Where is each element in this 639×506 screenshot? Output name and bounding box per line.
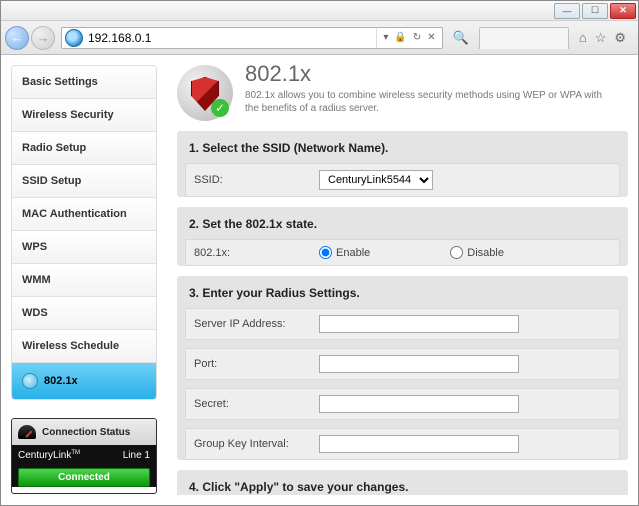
dropdown-icon[interactable]: ▾ [381,32,390,43]
connection-line-info: CenturyLinkTM Line 1 [12,445,156,466]
gear-icon[interactable]: ⚙ [614,30,626,46]
refresh-icon[interactable]: ↻ [411,32,423,43]
window-maximize-button[interactable]: ☐ [582,3,608,19]
panel-apply: 4. Click "Apply" to save your changes. A… [177,470,628,495]
panel-ssid: 1. Select the SSID (Network Name). SSID:… [177,131,628,197]
port-label: Port: [194,358,319,370]
back-button[interactable]: ← [5,26,29,50]
ssid-select[interactable]: CenturyLink5544 [319,170,433,190]
shield-icon: ✓ [177,65,233,121]
section-2-title: 2. Set the 802.1x state. [177,207,628,239]
sidebar-item-radio-setup[interactable]: Radio Setup [12,132,156,165]
state-label: 802.1x: [194,247,319,259]
sidebar-item-wireless-security[interactable]: Wireless Security [12,99,156,132]
browser-tab-blank[interactable] [479,27,569,49]
ie-icon [65,29,83,47]
sidebar-item-wireless-schedule[interactable]: Wireless Schedule [12,330,156,363]
enable-radio-label[interactable]: Enable [319,246,370,259]
window-close-button[interactable]: ✕ [610,3,636,19]
url-input[interactable] [86,29,376,47]
favorites-icon[interactable]: ☆ [595,30,607,46]
section-1-title: 1. Select the SSID (Network Name). [177,131,628,163]
sidebar-item-ssid-setup[interactable]: SSID Setup [12,165,156,198]
browser-toolbar: ← → ▾ 🔒 ↻ ✕ 🔍 ⌂ ☆ ⚙ [1,21,638,55]
server-ip-label: Server IP Address: [194,318,319,330]
connection-status-title: Connection Status [42,427,130,438]
panel-radius: 3. Enter your Radius Settings. Server IP… [177,276,628,460]
address-tools: ▾ 🔒 ↻ ✕ [376,28,441,48]
sidebar-item-wps[interactable]: WPS [12,231,156,264]
gauge-icon [18,425,36,439]
search-icon[interactable]: 🔍 [449,30,473,46]
sidebar-item-basic-settings[interactable]: Basic Settings [12,66,156,99]
page-subtitle: 802.1x allows you to combine wireless se… [245,89,605,115]
panel-state: 2. Set the 802.1x state. 802.1x: Enable … [177,207,628,266]
forward-button[interactable]: → [31,26,55,50]
home-icon[interactable]: ⌂ [579,30,587,46]
stop-icon[interactable]: ✕ [425,32,437,43]
connection-status-widget: Connection Status CenturyLinkTM Line 1 C… [11,418,157,494]
connection-status-badge: Connected [18,468,150,487]
gki-input[interactable] [319,435,519,453]
ssid-label: SSID: [194,174,319,186]
sidebar-item-wds[interactable]: WDS [12,297,156,330]
page-header: ✓ 802.1x 802.1x allows you to combine wi… [177,61,628,121]
enable-radio[interactable] [319,246,332,259]
window-minimize-button[interactable]: — [554,3,580,19]
gki-label: Group Key Interval: [194,438,319,450]
disable-radio-label[interactable]: Disable [450,246,504,259]
sidebar-nav: Basic Settings Wireless Security Radio S… [11,65,157,400]
secret-label: Secret: [194,398,319,410]
content-area: ✓ 802.1x 802.1x allows you to combine wi… [161,55,638,505]
section-4-title: 4. Click "Apply" to save your changes. [177,470,628,495]
sidebar-item-mac-authentication[interactable]: MAC Authentication [12,198,156,231]
page-title: 802.1x [245,61,605,87]
server-ip-input[interactable] [319,315,519,333]
secret-input[interactable] [319,395,519,413]
section-3-title: 3. Enter your Radius Settings. [177,276,628,308]
disable-radio[interactable] [450,246,463,259]
port-input[interactable] [319,355,519,373]
window-titlebar: — ☐ ✕ [1,1,638,21]
lock-icon: 🔒 [392,32,408,43]
sidebar: Basic Settings Wireless Security Radio S… [1,55,161,505]
address-bar[interactable]: ▾ 🔒 ↻ ✕ [61,27,443,49]
sidebar-item-8021x[interactable]: 802.1x [12,363,156,399]
sidebar-item-wmm[interactable]: WMM [12,264,156,297]
